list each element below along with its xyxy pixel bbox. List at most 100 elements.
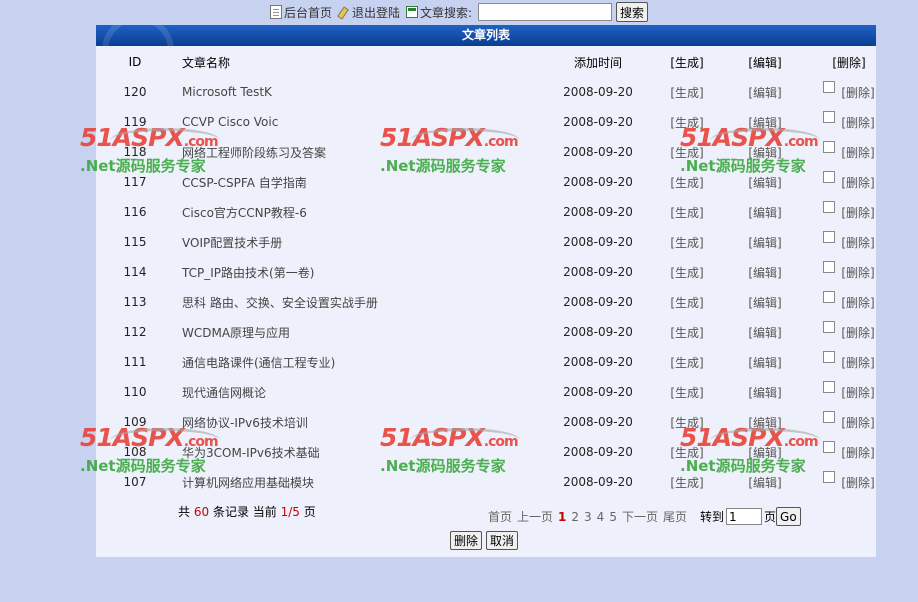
row-generate-link[interactable]: [生成] — [658, 377, 716, 407]
row-delete-link[interactable]: [删除] — [841, 206, 874, 220]
row-edit-link[interactable]: [编辑] — [716, 257, 814, 287]
goto-label: 转到 — [699, 510, 724, 524]
row-select-checkbox[interactable] — [823, 440, 836, 453]
row-delete-cell: [删除] — [814, 167, 884, 197]
row-select-checkbox[interactable] — [823, 140, 836, 153]
row-edit-link[interactable]: [编辑] — [716, 407, 814, 437]
header-edit: [编辑] — [748, 55, 782, 70]
row-edit-link[interactable]: [编辑] — [716, 167, 814, 197]
row-title-link[interactable]: 华为3COM-IPv6技术基础 — [174, 437, 538, 467]
row-generate-link[interactable]: [生成] — [658, 437, 716, 467]
row-edit-link[interactable]: [编辑] — [716, 107, 814, 137]
row-select-checkbox[interactable] — [823, 110, 836, 123]
row-title-link[interactable]: CCVP Cisco Voic — [174, 107, 538, 137]
row-edit-link[interactable]: [编辑] — [716, 137, 814, 167]
current-page: 1/5 — [280, 505, 300, 519]
row-generate-link[interactable]: [生成] — [658, 137, 716, 167]
page-number-link[interactable]: 4 — [597, 510, 605, 524]
row-delete-link[interactable]: [删除] — [841, 266, 874, 280]
row-edit-link[interactable]: [编辑] — [716, 77, 814, 107]
row-title-link[interactable]: WCDMA原理与应用 — [174, 317, 538, 347]
cancel-button[interactable]: 取消 — [486, 531, 519, 550]
row-title-link[interactable]: 现代通信网概论 — [174, 377, 538, 407]
row-title-link[interactable]: 网络工程师阶段练习及答案 — [174, 137, 538, 167]
row-edit-link[interactable]: [编辑] — [716, 317, 814, 347]
row-date: 2008-09-20 — [563, 415, 633, 429]
row-delete-link[interactable]: [删除] — [841, 116, 874, 130]
row-title-link[interactable]: Microsoft TestK — [174, 77, 538, 107]
row-select-checkbox[interactable] — [823, 470, 836, 483]
page-number-link[interactable]: 3 — [584, 510, 592, 524]
page-number-link[interactable]: 5 — [609, 510, 617, 524]
row-edit-link[interactable]: [编辑] — [716, 377, 814, 407]
row-generate-link[interactable]: [生成] — [658, 257, 716, 287]
home-link[interactable]: 后台首页 — [269, 4, 332, 21]
row-title-link[interactable]: TCP_IP路由技术(第一卷) — [174, 257, 538, 287]
row-select-checkbox[interactable] — [823, 200, 836, 213]
row-id: 120 — [123, 85, 147, 99]
row-generate-link[interactable]: [生成] — [658, 107, 716, 137]
row-delete-link[interactable]: [删除] — [841, 416, 874, 430]
go-button[interactable]: Go — [776, 507, 801, 526]
row-delete-link[interactable]: [删除] — [841, 86, 874, 100]
first-page-link[interactable]: 首页 — [488, 508, 512, 525]
row-delete-link[interactable]: [删除] — [841, 296, 874, 310]
row-edit-link[interactable]: [编辑] — [716, 467, 814, 497]
row-select-checkbox[interactable] — [823, 230, 836, 243]
row-generate-link[interactable]: [生成] — [658, 407, 716, 437]
row-generate-link[interactable]: [生成] — [658, 77, 716, 107]
page-number-link[interactable]: 1 — [558, 510, 566, 524]
row-select-checkbox[interactable] — [823, 410, 836, 423]
next-page-link[interactable]: 下一页 — [622, 508, 658, 525]
row-generate-link[interactable]: [生成] — [658, 167, 716, 197]
last-page-link[interactable]: 尾页 — [663, 508, 687, 525]
row-delete-link[interactable]: [删除] — [841, 476, 874, 490]
search-button[interactable]: 搜索 — [616, 2, 649, 22]
delete-button[interactable]: 删除 — [450, 531, 483, 550]
row-edit-link[interactable]: [编辑] — [716, 227, 814, 257]
row-title-link[interactable]: 思科 路由、交换、安全设置实战手册 — [174, 287, 538, 317]
row-delete-link[interactable]: [删除] — [841, 356, 874, 370]
row-delete-cell: [删除] — [814, 227, 884, 257]
table-row: 115 VOIP配置技术手册 2008-09-20 [生成] [编辑] [删除] — [96, 227, 884, 257]
row-select-checkbox[interactable] — [823, 80, 836, 93]
row-select-checkbox[interactable] — [823, 170, 836, 183]
row-delete-link[interactable]: [删除] — [841, 326, 874, 340]
row-date: 2008-09-20 — [563, 475, 633, 489]
goto-page-input[interactable] — [726, 508, 762, 525]
row-title-link[interactable]: VOIP配置技术手册 — [174, 227, 538, 257]
row-generate-link[interactable]: [生成] — [658, 467, 716, 497]
row-title-link[interactable]: CCSP-CSPFA 自学指南 — [174, 167, 538, 197]
row-edit-link[interactable]: [编辑] — [716, 197, 814, 227]
row-id: 113 — [123, 295, 147, 309]
row-delete-link[interactable]: [删除] — [841, 386, 874, 400]
row-edit-link[interactable]: [编辑] — [716, 437, 814, 467]
row-date: 2008-09-20 — [563, 385, 633, 399]
row-generate-link[interactable]: [生成] — [658, 317, 716, 347]
row-generate-link[interactable]: [生成] — [658, 227, 716, 257]
row-select-checkbox[interactable] — [823, 290, 836, 303]
prev-page-link[interactable]: 上一页 — [517, 508, 553, 525]
row-delete-link[interactable]: [删除] — [841, 236, 874, 250]
row-edit-link[interactable]: [编辑] — [716, 287, 814, 317]
row-generate-link[interactable]: [生成] — [658, 287, 716, 317]
row-title-link[interactable]: 通信电路课件(通信工程专业) — [174, 347, 538, 377]
top-navigation: 后台首页 退出登陆 文章搜索: 搜索 — [0, 0, 918, 24]
row-title-link[interactable]: 网络协议-IPv6技术培训 — [174, 407, 538, 437]
search-input[interactable] — [478, 3, 613, 21]
row-edit-link[interactable]: [编辑] — [716, 347, 814, 377]
row-title-link[interactable]: Cisco官方CCNP教程-6 — [174, 197, 538, 227]
page-number-link[interactable]: 2 — [571, 510, 579, 524]
row-generate-link[interactable]: [生成] — [658, 347, 716, 377]
row-delete-link[interactable]: [删除] — [841, 446, 874, 460]
row-select-checkbox[interactable] — [823, 320, 836, 333]
row-select-checkbox[interactable] — [823, 260, 836, 273]
row-generate-link[interactable]: [生成] — [658, 197, 716, 227]
logout-link[interactable]: 退出登陆 — [338, 4, 400, 21]
row-select-checkbox[interactable] — [823, 350, 836, 363]
row-delete-link[interactable]: [删除] — [841, 176, 874, 190]
row-date: 2008-09-20 — [563, 355, 633, 369]
row-select-checkbox[interactable] — [823, 380, 836, 393]
row-delete-link[interactable]: [删除] — [841, 146, 874, 160]
row-title-link[interactable]: 计算机网络应用基础模块 — [174, 467, 538, 497]
